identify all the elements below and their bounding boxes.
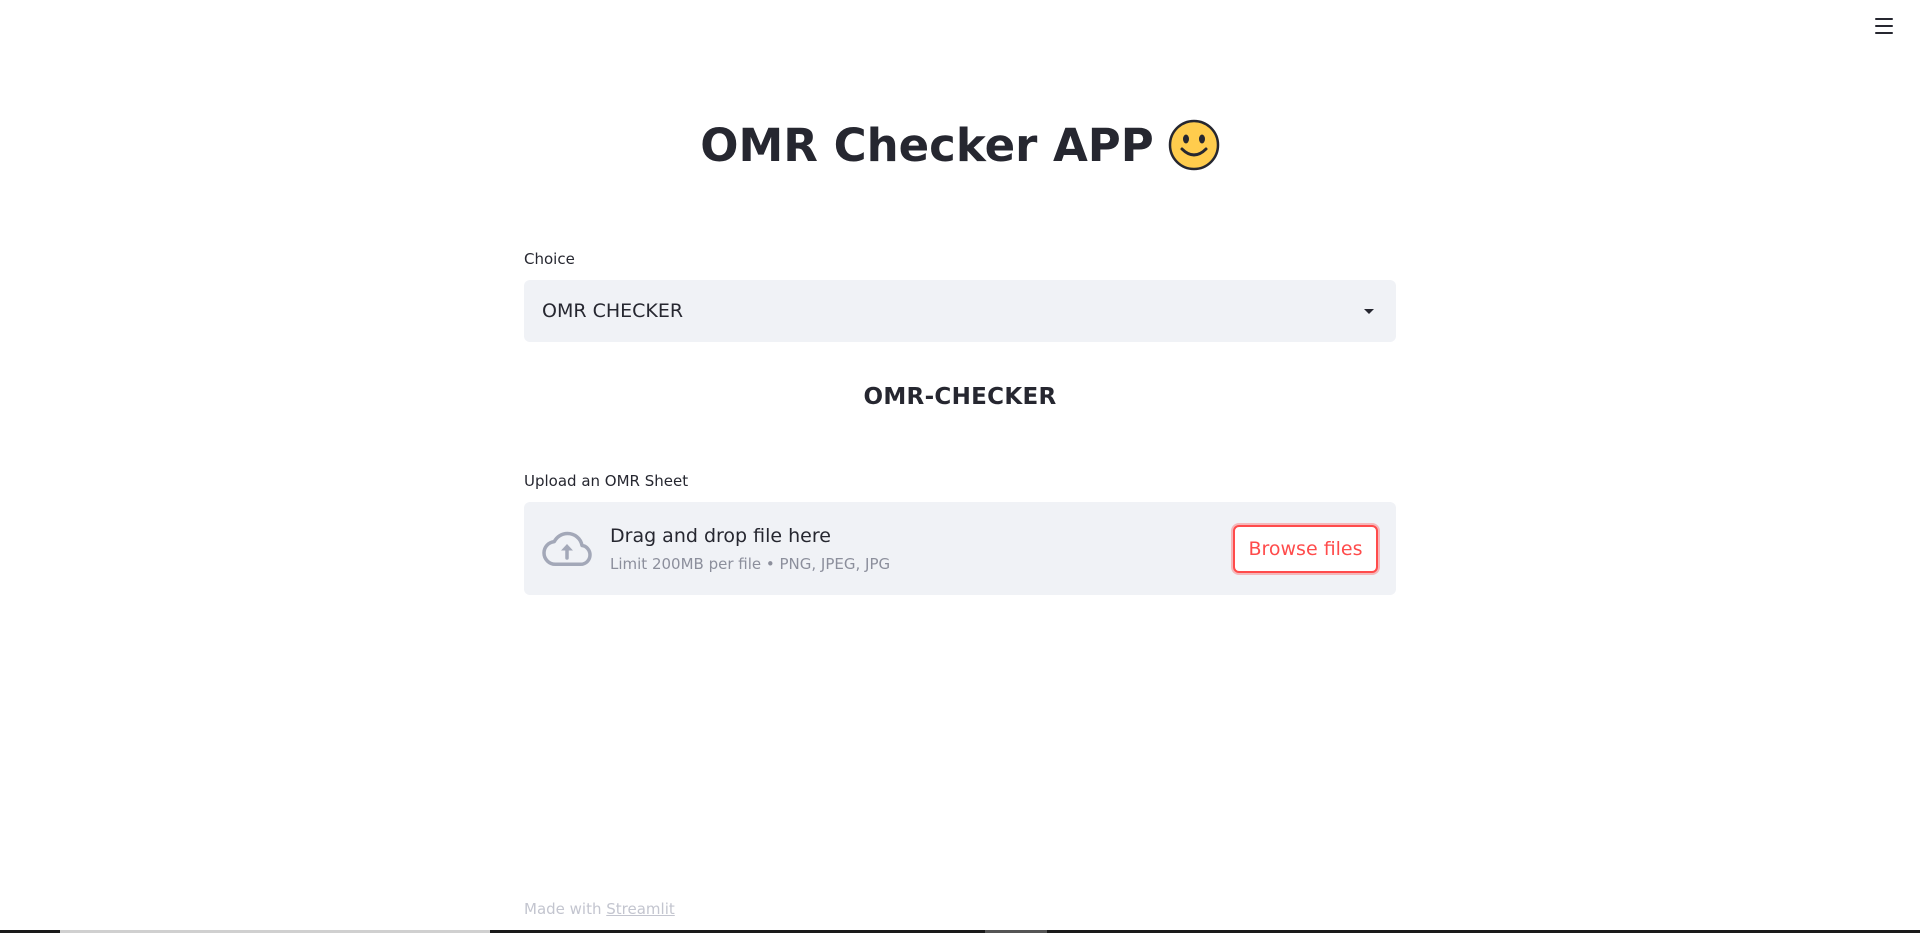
file-dropzone[interactable]: Drag and drop file here Limit 200MB per …	[524, 502, 1396, 595]
dropzone-limit-text: Limit 200MB per file • PNG, JPEG, JPG	[610, 554, 891, 573]
footer-prefix: Made with	[524, 900, 602, 918]
dropzone-primary-text: Drag and drop file here	[610, 524, 831, 547]
cloud-upload-icon	[542, 531, 592, 566]
footer: Made with Streamlit	[524, 900, 675, 918]
section-subheader: OMR-CHECKER	[863, 384, 1057, 410]
page-title: OMR Checker APP	[524, 112, 1396, 178]
main-menu-button[interactable]	[1870, 12, 1898, 40]
dropzone-text: Drag and drop file here Limit 200MB per …	[610, 525, 1233, 573]
hamburger-menu-icon	[1875, 18, 1893, 34]
upload-label: Upload an OMR Sheet	[524, 472, 689, 490]
browse-files-button[interactable]: Browse files	[1233, 524, 1378, 573]
choice-selected-value: OMR CHECKER	[542, 300, 684, 322]
caret-down-icon	[1364, 308, 1374, 314]
streamlit-link[interactable]: Streamlit	[606, 900, 675, 918]
choice-select[interactable]: OMR CHECKER	[524, 280, 1396, 342]
slightly-smiling-face-icon	[1168, 119, 1219, 171]
page-title-text: OMR Checker APP	[700, 118, 1154, 172]
main-content: OMR Checker APP Choice OMR CHECKER OMR-C…	[524, 0, 1396, 933]
choice-label: Choice	[524, 250, 575, 268]
